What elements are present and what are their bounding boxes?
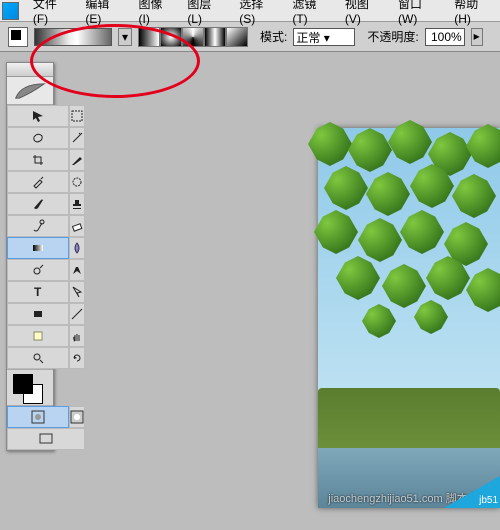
eraser-icon: [70, 219, 84, 233]
gradient-diamond-button[interactable]: [226, 27, 248, 47]
crop-tool[interactable]: [7, 149, 69, 171]
screen-mode-button[interactable]: [7, 428, 85, 450]
notes-tool[interactable]: [7, 325, 69, 347]
type-icon: T: [31, 285, 45, 299]
menu-image[interactable]: 图像(I): [131, 0, 180, 26]
hand-tool[interactable]: [69, 325, 85, 347]
options-bar: ▾ 模式: 正常 ▾ 不透明度: 100% ▸: [0, 22, 500, 52]
quickmask-off-button[interactable]: [7, 406, 69, 428]
history-brush-icon: [31, 219, 45, 233]
blur-tool[interactable]: [69, 237, 85, 259]
stamp-tool[interactable]: [69, 193, 85, 215]
patch-icon: [70, 175, 84, 189]
crop-icon: [31, 153, 45, 167]
rectangle-tool[interactable]: [7, 303, 69, 325]
wand-tool[interactable]: [69, 127, 85, 149]
move-icon: [31, 109, 45, 123]
toolbox-panel: T: [6, 62, 54, 451]
menu-layer[interactable]: 图层(L): [179, 0, 231, 26]
pen-tool[interactable]: [69, 259, 85, 281]
pen-icon: [70, 263, 84, 277]
move-tool[interactable]: [7, 105, 69, 127]
zoom-icon: [31, 351, 45, 365]
toolbox-header[interactable]: [7, 63, 53, 77]
gradient-preview[interactable]: [34, 28, 112, 46]
menu-edit[interactable]: 编辑(E): [77, 0, 130, 26]
marquee-tool[interactable]: [69, 105, 85, 127]
gradient-picker-dropdown[interactable]: ▾: [118, 28, 132, 46]
app-logo-icon: [2, 2, 19, 20]
tool-preset-icon[interactable]: [8, 27, 28, 47]
lasso-icon: [31, 131, 45, 145]
gradient-angle-button[interactable]: [182, 27, 204, 47]
menu-bar: 文件(F) 编辑(E) 图像(I) 图层(L) 选择(S) 滤镜(T) 视图(V…: [0, 0, 500, 22]
patch-tool[interactable]: [69, 171, 85, 193]
rectangle-icon: [31, 307, 45, 321]
opacity-input[interactable]: 100%: [425, 28, 465, 46]
blend-mode-select[interactable]: 正常 ▾: [293, 28, 355, 46]
gradient-radial-button[interactable]: [160, 27, 182, 47]
gradient-reflected-button[interactable]: [204, 27, 226, 47]
menu-filter[interactable]: 滤镜(T): [284, 0, 337, 26]
brush-tool[interactable]: [7, 193, 69, 215]
menu-file[interactable]: 文件(F): [25, 0, 78, 26]
foreground-color[interactable]: [13, 374, 33, 394]
lasso-tool[interactable]: [7, 127, 69, 149]
eyedropper-icon: [31, 175, 45, 189]
brush-icon: [31, 197, 45, 211]
eraser-tool[interactable]: [69, 215, 85, 237]
menu-window[interactable]: 窗口(W): [390, 0, 446, 26]
hand-icon: [70, 329, 84, 343]
eyedropper-tool[interactable]: [7, 171, 69, 193]
slice-tool[interactable]: [69, 149, 85, 171]
rotate-view-icon: [70, 351, 84, 365]
line-tool[interactable]: [69, 303, 85, 325]
gradient-type-group: [138, 27, 248, 47]
quickmask-on-button[interactable]: [69, 406, 85, 428]
type-tool[interactable]: T: [7, 281, 69, 303]
path-select-tool[interactable]: [69, 281, 85, 303]
zoom-tool[interactable]: [7, 347, 69, 369]
gradient-tool[interactable]: [7, 237, 69, 259]
toolbox-logo-icon: [7, 77, 53, 105]
document-canvas[interactable]: jiaochengzhijiao51.com 脚本之家 jb51: [318, 128, 500, 508]
opacity-label: 不透明度:: [367, 28, 418, 45]
dodge-tool[interactable]: [7, 259, 69, 281]
gradient-linear-button[interactable]: [138, 27, 160, 47]
history-brush-tool[interactable]: [7, 215, 69, 237]
notes-icon: [31, 329, 45, 343]
mode-label: 模式:: [260, 28, 287, 45]
blur-icon: [70, 241, 84, 255]
path-select-icon: [70, 285, 84, 299]
dodge-icon: [31, 263, 45, 277]
marquee-icon: [70, 109, 84, 123]
slice-icon: [70, 153, 84, 167]
gradient-icon: [31, 241, 45, 255]
rotate-view-tool[interactable]: [69, 347, 85, 369]
image-leaves: [318, 128, 500, 358]
wand-icon: [70, 131, 84, 145]
corner-badge-text: jb51: [479, 495, 498, 506]
line-icon: [70, 307, 84, 321]
opacity-dropdown[interactable]: ▸: [471, 28, 483, 46]
svg-text:T: T: [34, 285, 42, 299]
stamp-icon: [70, 197, 84, 211]
menu-select[interactable]: 选择(S): [231, 0, 284, 26]
menu-view[interactable]: 视图(V): [337, 0, 390, 26]
color-swatch[interactable]: [7, 369, 53, 405]
image-treeline: [318, 388, 500, 448]
menu-help[interactable]: 帮助(H): [446, 0, 500, 26]
